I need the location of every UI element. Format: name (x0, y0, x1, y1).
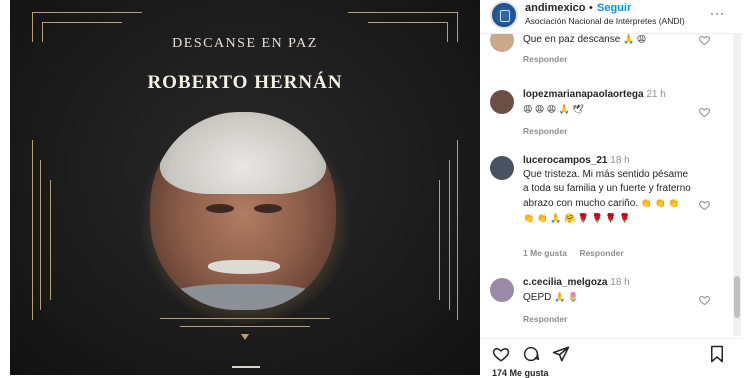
account-username[interactable]: andimexico (525, 2, 586, 14)
rip-heading: DESCANSE EN PAZ (172, 36, 318, 51)
separator-dot: • (589, 2, 593, 14)
more-options-icon[interactable]: ··· (710, 6, 725, 20)
commenter-avatar[interactable] (490, 34, 514, 52)
gold-frame-line (40, 160, 41, 310)
heart-icon[interactable] (698, 199, 711, 211)
comment-time: 18 h (610, 277, 630, 288)
commenter-avatar[interactable] (490, 278, 514, 302)
comment-text: QEPD (523, 292, 552, 303)
gold-frame-line (32, 140, 33, 320)
comment-time: 21 h (646, 89, 666, 100)
follow-button[interactable]: Seguir (597, 2, 631, 14)
heart-icon[interactable] (698, 34, 711, 46)
comment-body: 😩 😩 😩 🙏 🕊 (523, 102, 703, 117)
post-image[interactable]: DESCANSE EN PAZ ROBERTO HERNÁN (10, 0, 480, 375)
commenter-username[interactable]: lopezmarianapaolaortega (523, 89, 644, 100)
comment-time: 18 h (610, 155, 630, 166)
comment-emojis: 🙏 😩 (623, 34, 647, 44)
comments-panel: andimexico • Seguir Asociación Nacional … (480, 0, 742, 378)
reply-button[interactable]: Responder (523, 314, 567, 324)
comment-meta: Responder (523, 54, 577, 64)
gold-frame-line (449, 160, 450, 310)
portrait-photo (150, 112, 336, 310)
comment-emojis: 😩 😩 😩 🙏 🕊 (523, 104, 584, 114)
heart-icon[interactable] (492, 345, 510, 363)
commenter-username[interactable]: lucerocampos_21 (523, 155, 608, 166)
logo-mark (232, 366, 260, 375)
portrait-eye (206, 204, 234, 213)
portrait-eye (254, 204, 282, 213)
comment-meta: 1 Me gusta Responder (523, 248, 634, 258)
comment-body: QEPD 🙏 🌷 (523, 290, 703, 305)
comments-list[interactable]: Que en paz descanse 🙏 😩 Responder lopezm… (480, 33, 742, 336)
portrait-shirt (168, 284, 318, 310)
instagram-post-window: DESCANSE EN PAZ ROBERTO HERNÁN andimexic… (0, 0, 750, 378)
like-count[interactable]: 1 Me gusta (523, 248, 567, 258)
gold-frame-line (457, 140, 458, 320)
reply-button[interactable]: Responder (523, 126, 567, 136)
comment-body: lopezmarianapaolaortega 21 h (523, 88, 703, 102)
commenter-avatar[interactable] (490, 156, 514, 180)
reply-button[interactable]: Responder (579, 248, 623, 258)
commenter-username[interactable]: c.cecilia_melgoza (523, 277, 608, 288)
down-arrow-ornament (241, 334, 249, 340)
portrait-hair (160, 112, 326, 194)
comment-body: Que tristeza. Mi más sentido pésame a to… (523, 168, 693, 226)
share-icon[interactable] (552, 345, 570, 363)
comment-body: Que en paz descanse 🙏 😩 (523, 34, 703, 47)
comment-body: lucerocampos_21 18 h (523, 154, 703, 168)
account-avatar[interactable] (490, 1, 518, 29)
comment-text: Que en paz descanse (523, 34, 621, 45)
gold-frame-line (180, 326, 310, 327)
gold-frame-line (439, 180, 440, 300)
deceased-name: ROBERTO HERNÁN (147, 72, 343, 93)
comment-meta: Responder (523, 126, 577, 136)
bookmark-icon[interactable] (708, 345, 726, 363)
reply-button[interactable]: Responder (523, 54, 567, 64)
commenter-avatar[interactable] (490, 90, 514, 114)
post-actions-bar (480, 338, 742, 368)
comment-meta: Responder (523, 314, 577, 324)
account-subtitle[interactable]: Asociación Nacional de Intérpretes (ANDI… (525, 16, 685, 26)
comment-icon[interactable] (522, 345, 540, 363)
heart-icon[interactable] (698, 106, 711, 118)
likes-count[interactable]: 174 Me gusta (492, 368, 549, 378)
comment-body: c.cecilia_melgoza 18 h (523, 276, 703, 290)
comment-emojis: 🙏 🌷 (554, 292, 580, 302)
portrait-mustache (208, 260, 280, 274)
gold-frame-line (50, 180, 51, 300)
heart-icon[interactable] (698, 294, 711, 306)
scrollbar-thumb[interactable] (734, 276, 740, 318)
post-header: andimexico • Seguir Asociación Nacional … (480, 0, 742, 32)
